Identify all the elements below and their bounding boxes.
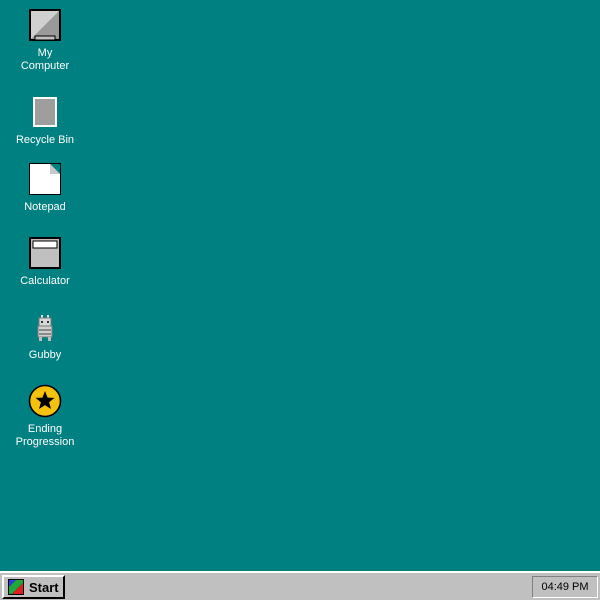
- notepad-icon: [28, 162, 62, 196]
- desktop-icon-notepad[interactable]: Notepad: [8, 162, 82, 214]
- desktop-icon-label: Recycle Bin: [15, 134, 75, 146]
- recycle-bin-icon: [28, 95, 62, 129]
- desktop-icon-calculator[interactable]: Calculator: [8, 236, 82, 288]
- desktop-icon-label: Calculator: [20, 275, 70, 287]
- desktop-icon-ending-progression[interactable]: Ending Progression: [8, 384, 82, 449]
- calculator-icon: [28, 236, 62, 270]
- start-button[interactable]: Start: [2, 575, 65, 599]
- computer-icon: [28, 8, 62, 42]
- desktop-icon-my-computer[interactable]: My Computer: [8, 8, 82, 73]
- taskbar: Start 04:49 PM: [0, 571, 600, 600]
- windows-logo-icon: [8, 579, 24, 595]
- desktop-icon-label: Ending Progression: [15, 423, 75, 448]
- desktop-icon-label: Gubby: [28, 349, 62, 361]
- start-button-label: Start: [29, 579, 59, 595]
- desktop[interactable]: My Computer Recycle Bin Notepad Calculat…: [0, 0, 600, 571]
- gubby-icon: [28, 310, 62, 344]
- desktop-icon-recycle-bin[interactable]: Recycle Bin: [8, 95, 82, 147]
- desktop-icon-gubby[interactable]: Gubby: [8, 310, 82, 362]
- desktop-icon-label: Notepad: [24, 201, 66, 213]
- desktop-icon-label: My Computer: [20, 47, 70, 72]
- taskbar-clock: 04:49 PM: [532, 576, 598, 598]
- star-icon: [28, 384, 62, 418]
